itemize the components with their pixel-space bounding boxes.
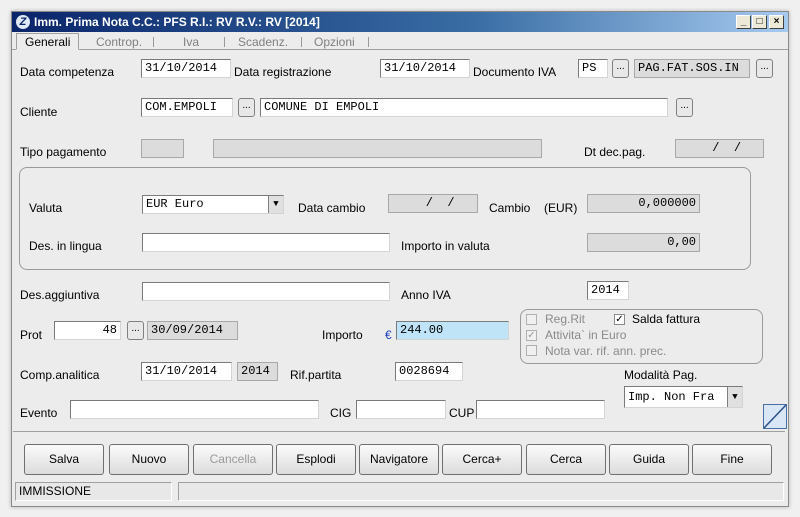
- chevron-down-icon[interactable]: ▼: [727, 387, 742, 407]
- cliente-name-field[interactable]: COMUNE DI EMPOLI: [260, 98, 668, 117]
- chevron-down-icon[interactable]: ▼: [268, 196, 283, 213]
- cambio-currency-label: (EUR): [544, 201, 578, 215]
- tab-iva[interactable]: Iva: [183, 34, 199, 50]
- navigatore-button[interactable]: Navigatore: [359, 444, 439, 475]
- rif-partita-label: Rif.partita: [290, 368, 342, 382]
- status-message: [178, 482, 784, 501]
- dt-dec-pag-label: Dt dec.pag.: [584, 145, 646, 159]
- importo-label: Importo: [322, 328, 363, 342]
- cambio-label: Cambio: [489, 201, 531, 215]
- status-mode: IMMISSIONE: [15, 482, 172, 501]
- tab-separator: [224, 37, 225, 47]
- cambio-field: 0,000000: [587, 194, 700, 213]
- prot-label: Prot: [20, 328, 43, 342]
- esplodi-button[interactable]: Esplodi: [276, 444, 356, 475]
- salda-fattura-label: Salda fattura: [632, 312, 701, 326]
- comp-analitica-year-field: 2014: [237, 362, 278, 381]
- documento-iva-lookup-button[interactable]: ...: [612, 59, 629, 78]
- data-competenza-label: Data competenza: [20, 65, 115, 79]
- cerca-plus-button[interactable]: Cerca+: [442, 444, 522, 475]
- data-competenza-field[interactable]: 31/10/2014: [141, 59, 231, 78]
- reg-rit-checkbox: [526, 314, 537, 325]
- cup-field[interactable]: [476, 400, 605, 419]
- close-button[interactable]: ×: [769, 15, 784, 29]
- data-registrazione-field[interactable]: 31/10/2014: [380, 59, 470, 78]
- window-title: Imm. Prima Nota C.C.: PFS R.I.: RV R.V.:…: [34, 15, 320, 29]
- data-cambio-field: / /: [388, 194, 478, 213]
- documento-iva-desc-field: PAG.FAT.SOS.IN: [634, 59, 750, 78]
- anno-iva-label: Anno IVA: [401, 288, 451, 302]
- cliente-code-field[interactable]: COM.EMPOLI: [141, 98, 233, 117]
- tab-controp[interactable]: Controp.: [96, 34, 142, 50]
- prot-field[interactable]: 48: [54, 321, 121, 340]
- cig-field[interactable]: [356, 400, 446, 419]
- attivita-euro-checkbox: ✓: [526, 330, 537, 341]
- minimize-button[interactable]: _: [736, 15, 751, 29]
- cerca-button[interactable]: Cerca: [526, 444, 606, 475]
- nuovo-button[interactable]: Nuovo: [109, 444, 189, 475]
- tab-separator: [301, 37, 302, 47]
- salda-fattura-checkbox[interactable]: ✓: [614, 314, 625, 325]
- valuta-select-value: EUR Euro: [146, 197, 204, 211]
- evento-label: Evento: [20, 406, 58, 420]
- des-aggiuntiva-field[interactable]: [142, 282, 390, 301]
- des-lingua-field[interactable]: [142, 233, 390, 252]
- comp-analitica-label: Comp.analitica: [20, 368, 100, 382]
- anno-iva-field[interactable]: 2014: [587, 281, 629, 300]
- documento-iva-desc-lookup-button[interactable]: ...: [756, 59, 773, 78]
- cup-label: CUP: [449, 406, 475, 420]
- prot-date-field: 30/09/2014: [147, 321, 238, 340]
- data-cambio-label: Data cambio: [298, 201, 366, 215]
- tab-bar: Generali Controp. Iva Scadenz. Opzioni: [12, 33, 788, 50]
- resize-corner-icon[interactable]: [763, 404, 787, 429]
- modalita-pag-label: Modalità Pag.: [624, 368, 698, 382]
- documento-iva-code-field[interactable]: PS: [578, 59, 608, 78]
- tab-separator: [153, 37, 154, 47]
- tipo-pagamento-desc-field: [213, 139, 542, 158]
- valuta-label: Valuta: [29, 201, 63, 215]
- fine-button[interactable]: Fine: [692, 444, 772, 475]
- guida-button[interactable]: Guida: [609, 444, 689, 475]
- tipo-pagamento-label: Tipo pagamento: [20, 145, 107, 159]
- comp-analitica-field[interactable]: 31/10/2014: [141, 362, 232, 381]
- tab-opzioni[interactable]: Opzioni: [314, 34, 355, 50]
- data-registrazione-label: Data registrazione: [234, 65, 332, 79]
- modalita-pag-select[interactable]: Imp. Non Fra ▼: [624, 386, 743, 408]
- cliente-lookup-button[interactable]: ...: [238, 98, 255, 117]
- tab-separator: [368, 37, 369, 47]
- rif-partita-field[interactable]: 0028694: [395, 362, 463, 381]
- valuta-group: [19, 167, 751, 270]
- des-aggiuntiva-label: Des.aggiuntiva: [20, 288, 100, 302]
- cig-label: CIG: [330, 406, 352, 420]
- prot-lookup-button[interactable]: ...: [127, 321, 144, 340]
- tab-scadenz[interactable]: Scadenz.: [238, 34, 288, 50]
- valuta-select[interactable]: EUR Euro ▼: [142, 195, 284, 214]
- tab-generali[interactable]: Generali: [16, 33, 80, 50]
- reg-rit-label: Reg.Rit: [545, 312, 586, 326]
- divider: [13, 431, 785, 432]
- cancella-button[interactable]: Cancella: [193, 444, 273, 475]
- tipo-pagamento-code-field: [141, 139, 184, 158]
- importo-field[interactable]: 244.00: [396, 321, 509, 340]
- cliente-name-lookup-button[interactable]: ...: [676, 98, 693, 117]
- documento-iva-label: Documento IVA: [473, 65, 557, 79]
- title-bar[interactable]: Z Imm. Prima Nota C.C.: PFS R.I.: RV R.V…: [12, 12, 788, 32]
- cliente-label: Cliente: [20, 105, 58, 119]
- dt-dec-pag-field: / /: [675, 139, 764, 158]
- euro-icon: €: [385, 328, 392, 342]
- app-icon: Z: [16, 15, 30, 29]
- importo-valuta-label: Importo in valuta: [401, 239, 490, 253]
- des-lingua-label: Des. in lingua: [29, 239, 102, 253]
- maximize-button[interactable]: □: [752, 15, 767, 29]
- salva-button[interactable]: Salva: [24, 444, 104, 475]
- evento-field[interactable]: [70, 400, 319, 419]
- importo-valuta-field: 0,00: [587, 233, 700, 252]
- modalita-pag-select-value: Imp. Non Fra: [628, 390, 715, 404]
- nota-var-checkbox: [526, 345, 537, 356]
- nota-var-label: Nota var. rif. ann. prec.: [545, 344, 667, 358]
- attivita-euro-label: Attivita` in Euro: [545, 328, 627, 342]
